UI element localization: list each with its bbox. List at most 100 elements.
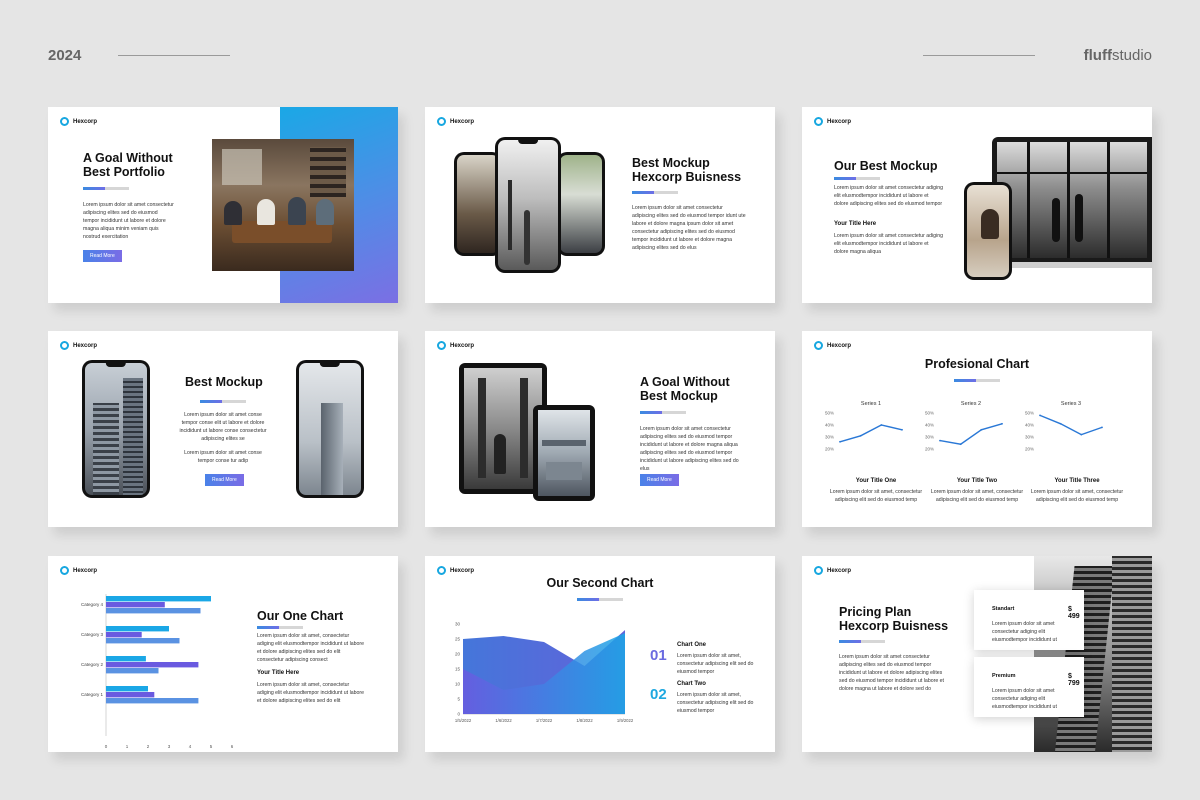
hexcorp-logo: Hexcorp	[437, 341, 474, 350]
plan-body: Lorem ipsum dolor sit amet consectetur a…	[992, 688, 1057, 711]
bar	[106, 608, 201, 614]
slide-title: A Goal Without Best Mockup	[640, 375, 730, 404]
hexcorp-logo: Hexcorp	[814, 341, 851, 350]
read-more-button[interactable]: Read More	[640, 474, 679, 486]
slide-thumbnail-5[interactable]: Hexcorp A Goal Without Best Mockup Lorem …	[425, 331, 775, 527]
header-divider-left	[118, 55, 230, 56]
slide-subtitle: Your Title Here	[257, 670, 300, 676]
slide-body-1: Lorem ipsum dolor sit amet consectetur a…	[834, 185, 943, 208]
title-accent-bar	[577, 598, 623, 601]
slide-body: Lorem ipsum dolor sit amet consectetur a…	[83, 202, 174, 241]
area-chart: 30 25 20 15 10 5 01/5/2022 1/6/2022 1/7/2022 1/8/…	[455, 622, 634, 724]
y-tick-label: 20%	[825, 447, 834, 452]
title-accent-bar	[954, 379, 1000, 382]
category-label: Category 2	[81, 662, 104, 667]
bar	[106, 638, 180, 644]
tablet-mockup-small	[533, 405, 595, 501]
chart-item-number-1: 01	[650, 647, 667, 664]
series-point	[859, 434, 862, 437]
slide-thumbnail-2[interactable]: Hexcorp Best Mockup Hexcorp Buisness Lore…	[425, 107, 775, 303]
title-line-2: Hexcorp Buisness	[632, 170, 742, 185]
logo-text: Hexcorp	[450, 567, 475, 574]
chart-item-title-3: Your Title Three	[1054, 478, 1100, 484]
title-line-1: A Goal Without	[83, 151, 173, 165]
read-more-button[interactable]: Read More	[83, 250, 122, 262]
x-tick-label: 3	[168, 744, 171, 749]
slide-thumbnail-8[interactable]: Hexcorp Our Second Chart 30 25 20 15 10 5 0 1/5…	[425, 556, 775, 752]
phone-mockup-right	[557, 152, 605, 256]
plan-price: $ 499	[1068, 606, 1080, 620]
slide-thumbnail-6[interactable]: Hexcorp Profesional Chart Series 1 50% 40%…	[802, 331, 1152, 527]
y-tick-label: 15	[455, 667, 461, 672]
hexcorp-logo: Hexcorp	[814, 117, 851, 126]
bar	[106, 626, 169, 632]
y-tick-label: 25	[455, 637, 461, 642]
slide-title: Our One Chart	[257, 609, 344, 623]
bar	[106, 662, 199, 668]
slide-thumbnail-4[interactable]: Hexcorp Best Mockup Lorem ipsum dolor si…	[48, 331, 398, 527]
slide-thumbnail-9[interactable]: Hexcorp Pricing Plan Hexcorp Buisness Lor…	[802, 556, 1152, 752]
logo-text: Hexcorp	[450, 118, 475, 125]
hexcorp-logo: Hexcorp	[60, 566, 97, 575]
hexcorp-logo: Hexcorp	[60, 341, 97, 350]
series-point	[880, 424, 883, 426]
title-accent-bar	[640, 411, 686, 414]
y-tick-label: 30	[455, 622, 461, 627]
chart-item-body-1: Lorem ipsum dolor sit amet, consectetur …	[677, 653, 754, 676]
slide-body-2: Lorem ipsum dolor sit amet conse tempor …	[184, 450, 262, 465]
series-line	[1039, 414, 1103, 436]
chart-item-title-1: Your Title One	[855, 478, 897, 484]
title-line-1: A Goal Without	[640, 375, 730, 389]
page-year: 2024	[48, 47, 82, 64]
slide-body-2: Lorem ipsum dolor sit amet consectetur a…	[834, 233, 943, 256]
y-tick-label: 30%	[1025, 435, 1034, 440]
x-tick-label: 6	[231, 744, 234, 749]
title-line-1: Best Mockup	[632, 156, 710, 170]
team-meeting-photo	[212, 139, 354, 271]
chart-item-number-2: 02	[650, 686, 667, 703]
series-point	[1039, 414, 1041, 417]
y-tick-label: 40%	[1025, 423, 1034, 428]
plan-price: $ 799	[1068, 673, 1080, 687]
slide-thumbnail-7[interactable]: Hexcorp Category 1 Category 2 Category 3 Ca…	[48, 556, 398, 752]
series-label: Series 3	[1061, 401, 1081, 407]
y-tick-label: 30%	[825, 435, 834, 440]
slide-thumbnail-1[interactable]: Hexcorp A Goal Without Best Portfolio Lor…	[48, 107, 398, 303]
title-accent-bar	[834, 177, 880, 180]
logo-ring-icon	[814, 566, 823, 575]
x-tick-label: 4	[189, 744, 192, 749]
series-point	[839, 440, 841, 443]
bar	[106, 686, 148, 692]
title-line-2: Best Mockup	[640, 389, 718, 404]
brand-rest: studio	[1111, 47, 1152, 64]
y-tick-label: 50%	[1025, 411, 1034, 416]
pricing-card-premium[interactable]: Premium $ 799 Lorem ipsum dolor sit amet…	[974, 657, 1084, 717]
slide-body-2: Lorem ipsum dolor sit amet, consectetur …	[257, 682, 364, 705]
x-tick-label: 1/9/2022	[617, 718, 634, 723]
read-more-button[interactable]: Read More	[205, 474, 244, 486]
slide-title: Profesional Chart	[924, 357, 1030, 371]
slide-body-1: Lorem ipsum dolor sit amet, consectetur …	[257, 633, 364, 664]
y-tick-label: 0	[457, 712, 460, 717]
series-label: Series 1	[861, 401, 881, 407]
logo-text: Hexcorp	[827, 342, 852, 349]
brand-bold: fluff	[1083, 47, 1112, 64]
slide-title: Our Second Chart	[546, 576, 654, 590]
y-tick-label: 5	[457, 697, 460, 702]
pricing-card-standart[interactable]: Standart $ 499 Lorem ipsum dolor sit ame…	[974, 590, 1084, 650]
series-point	[901, 428, 903, 431]
logo-ring-icon	[60, 566, 69, 575]
series-point	[1001, 422, 1003, 425]
bar	[106, 698, 199, 704]
title-line-2: Best Portfolio	[83, 165, 165, 180]
chart-item-body-2: Lorem ipsum dolor sit amet, consectetur …	[930, 489, 1024, 504]
series-line	[839, 424, 903, 443]
category-label: Category 1	[81, 692, 104, 697]
phone-mockup-left	[82, 360, 150, 498]
x-tick-label: 1/6/2022	[495, 718, 512, 723]
title-accent-bar	[200, 400, 246, 403]
slide-title: A Goal Without Best Portfolio	[83, 151, 173, 180]
slide-thumbnail-3[interactable]: Hexcorp Our Best Mockup Lorem ipsum dolo…	[802, 107, 1152, 303]
laptop-mockup	[992, 137, 1152, 263]
slide-body: Lorem ipsum dolor sit amet consectetur a…	[839, 654, 944, 693]
